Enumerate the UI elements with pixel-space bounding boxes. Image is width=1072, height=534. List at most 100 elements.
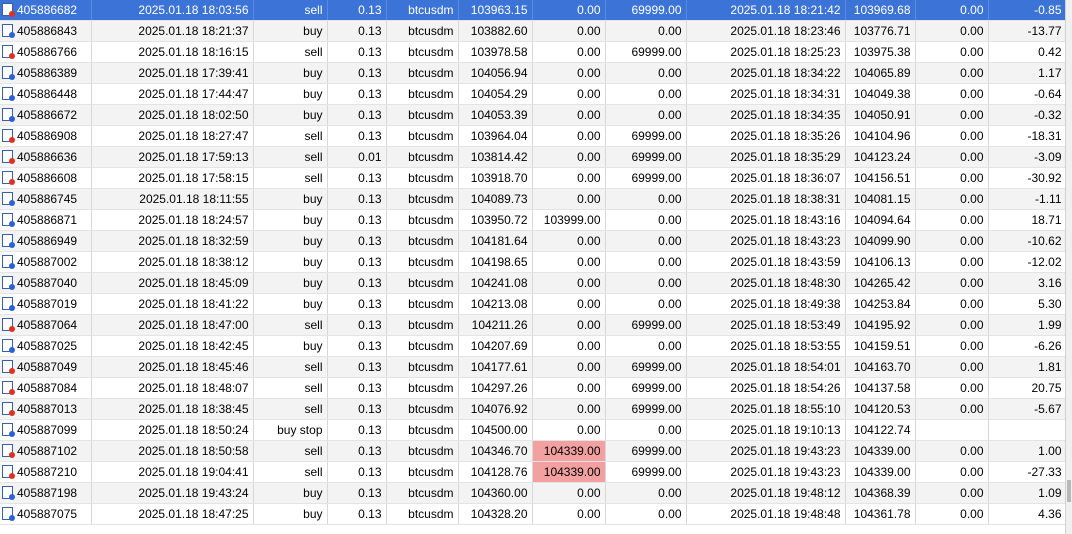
price-cell-value: 103963.15 (470, 3, 528, 17)
profit-cell-value: -5.67 (1034, 402, 1062, 416)
ticket-cell-value: 405887099 (17, 423, 78, 437)
close-time-cell-value: 2025.01.18 19:48:48 (730, 507, 841, 521)
stop-loss-cell-value: 0.00 (577, 276, 601, 290)
table-row[interactable]: 405886949 2025.01.18 18:32:59 buy 0.13 btcus… (0, 230, 1067, 252)
close-price-cell-value: 104163.70 (853, 360, 911, 374)
price-cell-value: 104177.61 (470, 360, 528, 374)
table-row[interactable]: 405886636 2025.01.18 17:59:13 sell 0.01 btcu… (0, 146, 1067, 168)
close-price-cell-value: 104106.13 (853, 255, 911, 269)
symbol-cell: btcusdm (386, 461, 459, 483)
type-cell-value: sell (304, 129, 323, 143)
table-row[interactable]: 405886843 2025.01.18 18:21:37 buy 0.13 btcus… (0, 20, 1067, 42)
swap-cell-value: 0.00 (960, 444, 984, 458)
ticket-cell: 405886672 (0, 104, 92, 126)
price-cell-value: 103814.42 (470, 150, 528, 164)
close-time-cell-value: 2025.01.18 18:43:23 (730, 234, 841, 248)
symbol-cell: btcusdm (386, 209, 459, 231)
close-price-cell: 104156.51 (845, 167, 916, 189)
take-profit-cell: 69999.00 (605, 146, 687, 168)
table-row[interactable]: 405886448 2025.01.18 17:44:47 buy 0.13 btcus… (0, 83, 1067, 105)
close-time-cell: 2025.01.18 18:43:16 (686, 209, 846, 231)
price-cell: 103963.15 (458, 0, 533, 21)
table-row[interactable]: 405887075 2025.01.18 18:47:25 buy 0.13 btcus… (0, 503, 1067, 525)
volume-cell-value: 0.13 (358, 3, 382, 17)
stop-loss-cell-value: 103999.00 (543, 213, 601, 227)
close-time-cell: 2025.01.18 18:36:07 (686, 167, 846, 189)
symbol-cell-value: btcusdm (408, 150, 454, 164)
sell-order-icon (2, 129, 15, 143)
price-cell: 104207.69 (458, 335, 533, 357)
ticket-cell-value: 405887025 (17, 339, 78, 353)
open-time-cell-value: 2025.01.18 18:47:25 (138, 507, 249, 521)
symbol-cell: btcusdm (386, 146, 459, 168)
swap-cell: 0.00 (915, 314, 989, 336)
symbol-cell-value: btcusdm (408, 87, 454, 101)
profit-cell: 1.99 (988, 314, 1067, 336)
swap-cell: 0.00 (915, 503, 989, 525)
close-time-cell: 2025.01.18 18:54:26 (686, 377, 846, 399)
take-profit-cell-value: 69999.00 (631, 360, 682, 374)
symbol-cell: btcusdm (386, 314, 459, 336)
table-row[interactable]: 405886608 2025.01.18 17:58:15 sell 0.13 btcu… (0, 167, 1067, 189)
ticket-cell: 405886608 (0, 167, 92, 189)
stop-loss-cell: 0.00 (532, 251, 606, 273)
close-price-cell: 104120.53 (845, 398, 916, 420)
ticket-cell-value: 405887019 (17, 297, 78, 311)
table-row[interactable]: 405886766 2025.01.18 18:16:15 sell 0.13 btcu… (0, 41, 1067, 63)
swap-cell: 0.00 (915, 356, 989, 378)
take-profit-cell-value: 0.00 (658, 486, 682, 500)
open-time-cell-value: 2025.01.18 18:48:07 (138, 381, 249, 395)
volume-cell: 0.13 (327, 20, 387, 42)
price-cell-value: 103918.70 (470, 171, 528, 185)
take-profit-cell-value: 0.00 (658, 297, 682, 311)
table-row[interactable]: 405886389 2025.01.18 17:39:41 buy 0.13 btcus… (0, 62, 1067, 84)
close-price-cell-value: 104368.39 (853, 486, 911, 500)
table-row[interactable]: 405886682 2025.01.18 18:03:56 sell 0.13 btcu… (0, 0, 1067, 21)
volume-cell-value: 0.13 (358, 234, 382, 248)
table-row[interactable]: 405887064 2025.01.18 18:47:00 sell 0.13 btcu… (0, 314, 1067, 336)
profit-cell-value: -0.85 (1034, 3, 1062, 17)
profit-cell-value: 5.30 (1038, 297, 1062, 311)
stop-loss-cell-value: 0.00 (577, 423, 601, 437)
buy-order-icon (2, 486, 15, 500)
stop-loss-cell-value: 0.00 (577, 297, 601, 311)
table-row[interactable]: 405887002 2025.01.18 18:38:12 buy 0.13 btcus… (0, 251, 1067, 273)
scrollbar-thumb[interactable] (1067, 480, 1071, 502)
price-cell: 104241.08 (458, 272, 533, 294)
symbol-cell: btcusdm (386, 377, 459, 399)
type-cell-value: buy (303, 276, 323, 290)
table-row[interactable]: 405887099 2025.01.18 18:50:24 buy stop 0.13… (0, 419, 1067, 441)
ticket-cell: 405886949 (0, 230, 92, 252)
open-time-cell: 2025.01.18 18:45:09 (91, 272, 254, 294)
table-row[interactable]: 405887040 2025.01.18 18:45:09 buy 0.13 btcus… (0, 272, 1067, 294)
table-row[interactable]: 405887210 2025.01.18 19:04:41 sell 0.13 btcu… (0, 461, 1067, 483)
table-row[interactable]: 405887198 2025.01.18 19:43:24 buy 0.13 btcus… (0, 482, 1067, 504)
open-time-cell: 2025.01.18 18:21:37 (91, 20, 254, 42)
swap-cell: 0.00 (915, 461, 989, 483)
ticket-cell: 405886908 (0, 125, 92, 147)
profit-cell: 1.09 (988, 482, 1067, 504)
table-row[interactable]: 405886672 2025.01.18 18:02:50 buy 0.13 btcus… (0, 104, 1067, 126)
take-profit-cell-value: 69999.00 (631, 444, 682, 458)
symbol-cell-value: btcusdm (408, 381, 454, 395)
price-cell-value: 104076.92 (470, 402, 528, 416)
take-profit-cell: 0.00 (605, 503, 687, 525)
table-row[interactable]: 405887102 2025.01.18 18:50:58 sell 0.13 btcu… (0, 440, 1067, 462)
close-time-cell: 2025.01.18 18:21:42 (686, 0, 846, 21)
profit-cell-value: -12.02 (1027, 255, 1062, 269)
swap-cell: 0.00 (915, 482, 989, 504)
open-time-cell-value: 2025.01.18 18:47:00 (138, 318, 249, 332)
table-row[interactable]: 405887049 2025.01.18 18:45:46 sell 0.13 btcu… (0, 356, 1067, 378)
price-cell: 104211.26 (458, 314, 533, 336)
price-cell-value: 103950.72 (470, 213, 528, 227)
table-row[interactable]: 405887084 2025.01.18 18:48:07 sell 0.13 btcu… (0, 377, 1067, 399)
table-row[interactable]: 405887025 2025.01.18 18:42:45 buy 0.13 btcus… (0, 335, 1067, 357)
table-row[interactable]: 405886745 2025.01.18 18:11:55 buy 0.13 btcus… (0, 188, 1067, 210)
table-row[interactable]: 405887019 2025.01.18 18:41:22 buy 0.13 btcus… (0, 293, 1067, 315)
open-time-cell: 2025.01.18 18:32:59 (91, 230, 254, 252)
table-row[interactable]: 405887013 2025.01.18 18:38:45 sell 0.13 btcu… (0, 398, 1067, 420)
vertical-scrollbar[interactable] (1065, 0, 1072, 534)
table-row[interactable]: 405886871 2025.01.18 18:24:57 buy 0.13 btcus… (0, 209, 1067, 231)
symbol-cell: btcusdm (386, 419, 459, 441)
table-row[interactable]: 405886908 2025.01.18 18:27:47 sell 0.13 btcu… (0, 125, 1067, 147)
